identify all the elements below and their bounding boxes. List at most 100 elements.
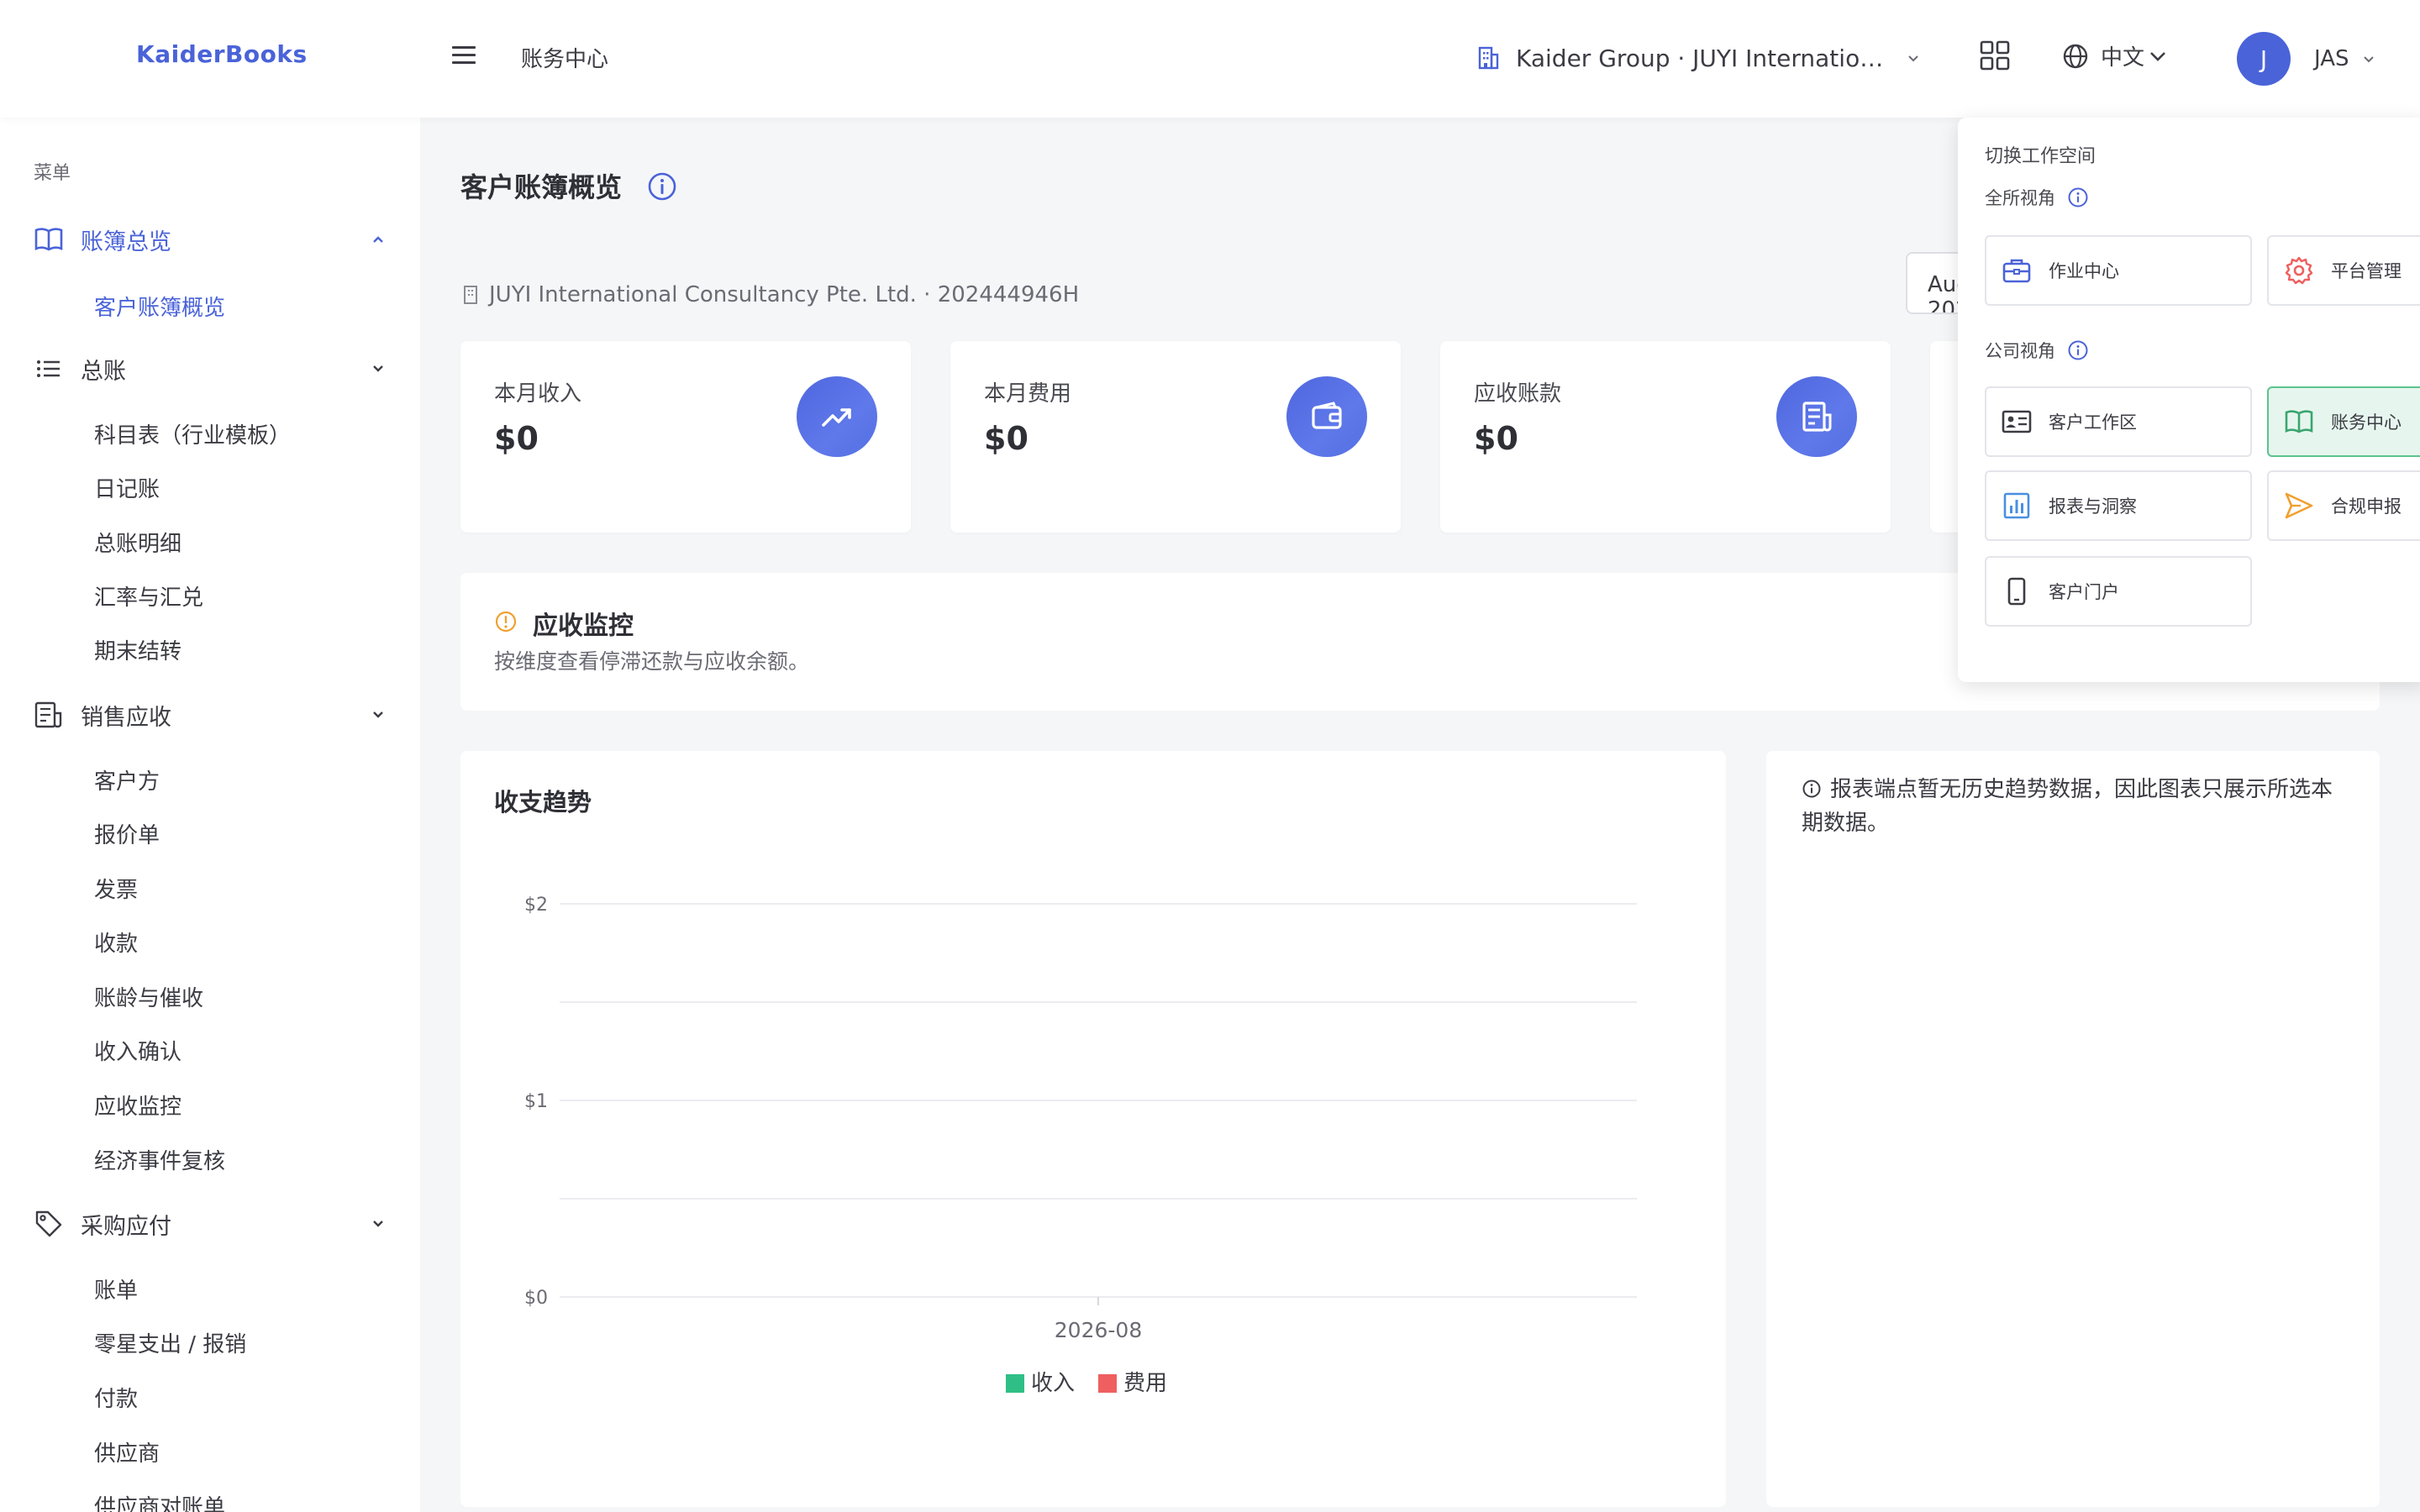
stat-icon-circle: [1776, 376, 1857, 457]
hamburger-icon: [452, 46, 476, 64]
trend-note-card: 报表端点暂无历史趋势数据，因此图表只展示所选本期数据。: [1766, 751, 2380, 1507]
sidebar-group-label: 账簿总览: [81, 228, 171, 255]
trend-note-text: 报表端点暂无历史趋势数据，因此图表只展示所选本期数据。: [1802, 777, 2333, 836]
y-tick-label: $2: [524, 895, 548, 916]
workspace-ops-center[interactable]: 作业中心: [1985, 235, 2252, 306]
legend-label: 收入: [1031, 1371, 1075, 1396]
sidebar-item-invoices[interactable]: 发票: [94, 873, 138, 904]
sidebar-item-fx[interactable]: 汇率与汇兑: [94, 580, 203, 612]
book-icon: [2285, 410, 2313, 433]
sidebar-group-sales-receivable[interactable]: 销售应收: [34, 694, 387, 736]
book-icon: [34, 228, 63, 251]
app-logo[interactable]: KaiderBooks: [136, 40, 308, 68]
chevron-down-icon: [373, 711, 383, 718]
workspace-client-portal[interactable]: 客户门户: [1985, 556, 2252, 627]
y-tick-label: $1: [524, 1091, 548, 1112]
sidebar-item-receipts[interactable]: 收款: [94, 927, 138, 958]
chevron-up-icon: [373, 236, 383, 243]
sidebar-group-ledger-overview[interactable]: 账簿总览: [34, 218, 387, 260]
legend-label: 费用: [1123, 1371, 1167, 1396]
apps-grid-button[interactable]: [1980, 40, 2010, 74]
wallet-icon: [1312, 402, 1342, 429]
list-icon: [37, 360, 60, 377]
stat-card-expense: 本月费用 $0: [950, 341, 1401, 533]
bar-chart-icon: [2003, 492, 2030, 519]
sidebar-item-bills[interactable]: 账单: [94, 1273, 138, 1305]
sidebar-item-event-review[interactable]: 经济事件复核: [94, 1144, 225, 1175]
workspace-label: 作业中心: [2049, 261, 2119, 281]
tablet-icon: [2007, 577, 2026, 606]
sidebar-item-period-close[interactable]: 期末结转: [94, 634, 182, 665]
workspace-client-workspace[interactable]: 客户工作区: [1985, 386, 2252, 457]
chevron-down-icon: [2363, 56, 2374, 63]
receipt-icon: [1802, 402, 1832, 432]
company-selector[interactable]: Kaider Group · JUYI International Consul…: [1476, 37, 1921, 79]
sidebar-item-ar-monitor[interactable]: 应收监控: [94, 1089, 182, 1121]
info-icon: [2068, 340, 2088, 360]
sidebar-item-customers[interactable]: 客户方: [94, 764, 160, 795]
sidebar-item-aging[interactable]: 账龄与催收: [94, 981, 203, 1012]
sidebar-item-vendor-statements[interactable]: 供应商对账单: [94, 1490, 225, 1512]
building-icon: [1478, 46, 1499, 70]
workspace-reports-insights[interactable]: 报表与洞察: [1985, 470, 2252, 541]
sidebar-item-vendors[interactable]: 供应商: [94, 1436, 160, 1467]
stat-value: $0: [494, 420, 539, 457]
workspace-platform-admin[interactable]: 平台管理: [2267, 235, 2420, 306]
user-menu[interactable]: J JAS: [2237, 32, 2376, 86]
stat-label: 应收账款: [1474, 381, 1562, 407]
workspace-label: 合规申报: [2331, 496, 2402, 517]
workspace-title: 切换工作空间: [1985, 146, 2096, 167]
menu-toggle-button[interactable]: [450, 42, 477, 69]
company-line: JUYI International Consultancy Pte. Ltd.…: [462, 282, 1079, 307]
chevron-down-icon: [2150, 51, 2165, 61]
x-tick-label: 2026-08: [1055, 1318, 1142, 1342]
sidebar-item-quotes[interactable]: 报价单: [94, 818, 160, 849]
sidebar-item-journal[interactable]: 日记账: [94, 472, 160, 503]
avatar: J: [2237, 32, 2291, 86]
language-selector[interactable]: 中文: [2062, 40, 2168, 71]
workspace-switcher-popup: 切换工作空间 全所视角 作业中心 平台管理 公司视角 客户工作区 账务中心 报表…: [1958, 118, 2420, 682]
workspace-label: 账务中心: [2331, 412, 2402, 433]
workspace-label: 报表与洞察: [2049, 496, 2137, 517]
sidebar-group-label: 销售应收: [81, 704, 171, 731]
info-icon: [648, 172, 676, 201]
stat-icon-circle: [797, 376, 877, 457]
receipt-icon: [34, 701, 62, 728]
sidebar-group-label: 采购应付: [81, 1213, 171, 1240]
stat-label: 本月费用: [984, 381, 1072, 407]
stat-label: 本月收入: [494, 381, 582, 407]
legend-swatch: [1006, 1374, 1024, 1393]
sidebar: 菜单 账簿总览 客户账簿概览 总账 科目表（行业模板） 日记账 总账明细 汇率与…: [0, 118, 420, 1512]
sidebar-group-general-ledger[interactable]: 总账: [34, 348, 387, 390]
sidebar-item-payments[interactable]: 付款: [94, 1382, 138, 1413]
company-view-heading: 公司视角: [1985, 338, 2089, 363]
trend-note: 报表端点暂无历史趋势数据，因此图表只展示所选本期数据。: [1802, 773, 2348, 840]
workspace-compliance-filing[interactable]: 合规申报: [2267, 470, 2420, 541]
language-label: 中文: [2101, 45, 2145, 71]
legend-swatch: [1098, 1374, 1117, 1393]
breadcrumb: 账务中心: [521, 47, 609, 72]
page-info-button[interactable]: [647, 171, 677, 205]
sidebar-item-chart-of-accounts[interactable]: 科目表（行业模板）: [94, 418, 291, 449]
company-name: Kaider Group · JUYI International Consul…: [1516, 44, 1886, 72]
sidebar-group-purchase-payable[interactable]: 采购应付: [34, 1203, 387, 1245]
top-header: KaiderBooks 账务中心 Kaider Group · JUYI Int…: [0, 0, 2420, 118]
workspace-label: 客户门户: [2049, 582, 2119, 602]
sidebar-item-expenses[interactable]: 零星支出 / 报销: [94, 1327, 246, 1358]
stat-value: $0: [1474, 420, 1518, 457]
sidebar-item-revenue-recognition[interactable]: 收入确认: [94, 1035, 182, 1066]
sidebar-item-client-ledger-overview[interactable]: 客户账簿概览: [94, 291, 225, 322]
workspace-accounting-center[interactable]: 账务中心: [2267, 386, 2420, 457]
info-icon: [2068, 187, 2088, 207]
stat-card-income: 本月收入 $0: [460, 341, 911, 533]
briefcase-icon: [2002, 259, 2031, 283]
y-tick-label: $0: [524, 1288, 548, 1309]
sidebar-item-gl-detail[interactable]: 总账明细: [94, 527, 182, 558]
trend-chart: $0 $1 $2 2026-08 收入 费用: [524, 895, 1637, 1396]
company-line-text: JUYI International Consultancy Pte. Ltd.…: [489, 282, 1080, 307]
ar-monitor-subtitle: 按维度查看停滞还款与应收余额。: [494, 649, 810, 674]
user-name: JAS: [2314, 46, 2349, 71]
stat-icon-circle: [1286, 376, 1367, 457]
chevron-down-icon: [373, 365, 383, 372]
stat-value: $0: [984, 420, 1028, 457]
